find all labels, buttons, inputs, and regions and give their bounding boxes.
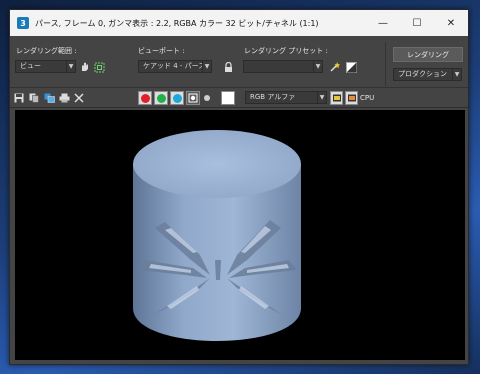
- channel-toggles: [138, 91, 200, 105]
- channel-display-chevron-icon[interactable]: ▼: [317, 91, 327, 104]
- rendered-cylinder: [133, 130, 301, 341]
- render-area-chevron-icon[interactable]: ▼: [66, 60, 76, 73]
- render-settings-toolbar: レンダリング範囲 : ビュー ▼ ビューポート : ケアッド 4 - パース ▼…: [10, 36, 468, 88]
- lock-icon[interactable]: [222, 61, 234, 73]
- auto-region-icon[interactable]: [93, 61, 105, 73]
- frame-buffer-toolbar: RGB アルファ ▼ CPU: [10, 88, 468, 108]
- red-channel-icon: [140, 93, 150, 103]
- print-icon[interactable]: [58, 92, 70, 104]
- maximize-button[interactable]: ☐: [400, 10, 434, 36]
- render-button[interactable]: レンダリング: [393, 47, 463, 62]
- monochrome-toggle[interactable]: [204, 95, 210, 101]
- environment-effects-icon[interactable]: [345, 61, 357, 73]
- window-title: パース, フレーム 0, ガンマ表示 : 2.2, RGBA カラー 32 ビッ…: [35, 18, 319, 28]
- viewport-label: ビューポート :: [138, 47, 185, 55]
- preset-label: レンダリング プリセット :: [244, 47, 328, 55]
- channel-display-dropdown[interactable]: RGB アルファ: [245, 91, 319, 104]
- render-area-dropdown[interactable]: ビュー: [15, 60, 68, 73]
- alpha-channel-toggle[interactable]: [186, 91, 200, 105]
- render-area-label: レンダリング範囲 :: [16, 47, 77, 55]
- toolbar-separator: [385, 42, 386, 86]
- red-channel-toggle[interactable]: [138, 91, 152, 105]
- cpu-label: CPU: [360, 94, 375, 102]
- render-mode-dropdown[interactable]: プロダクション: [393, 68, 453, 81]
- minimize-button[interactable]: —: [366, 10, 400, 36]
- close-button[interactable]: ✕: [434, 10, 468, 36]
- render-setup-icon[interactable]: [330, 61, 342, 73]
- toggle-ui-overlay-icon[interactable]: [330, 91, 343, 105]
- viewport-chevron-icon[interactable]: ▼: [202, 60, 212, 73]
- app-icon: 3: [17, 17, 29, 29]
- preset-dropdown[interactable]: [243, 60, 315, 73]
- clone-window-icon[interactable]: [43, 92, 55, 104]
- edit-region-icon[interactable]: [79, 61, 91, 73]
- render-viewport: [15, 110, 465, 360]
- alpha-channel-icon: [188, 93, 198, 103]
- render-frame-window: 3 パース, フレーム 0, ガンマ表示 : 2.2, RGBA カラー 32 …: [9, 9, 469, 365]
- title-bar: 3 パース, フレーム 0, ガンマ表示 : 2.2, RGBA カラー 32 …: [10, 10, 468, 36]
- preset-chevron-icon[interactable]: ▼: [313, 60, 323, 73]
- green-channel-icon: [156, 93, 166, 103]
- blue-channel-toggle[interactable]: [170, 91, 184, 105]
- background-color-swatch[interactable]: [221, 91, 235, 105]
- clear-icon[interactable]: [73, 92, 85, 104]
- copy-icon[interactable]: [28, 92, 40, 104]
- viewport-dropdown[interactable]: ケアッド 4 - パース: [138, 60, 204, 73]
- save-icon[interactable]: [13, 92, 25, 104]
- render-mode-chevron-icon[interactable]: ▼: [452, 68, 462, 81]
- green-channel-toggle[interactable]: [154, 91, 168, 105]
- toggle-ui-icon[interactable]: [345, 91, 358, 105]
- blue-channel-icon: [172, 93, 182, 103]
